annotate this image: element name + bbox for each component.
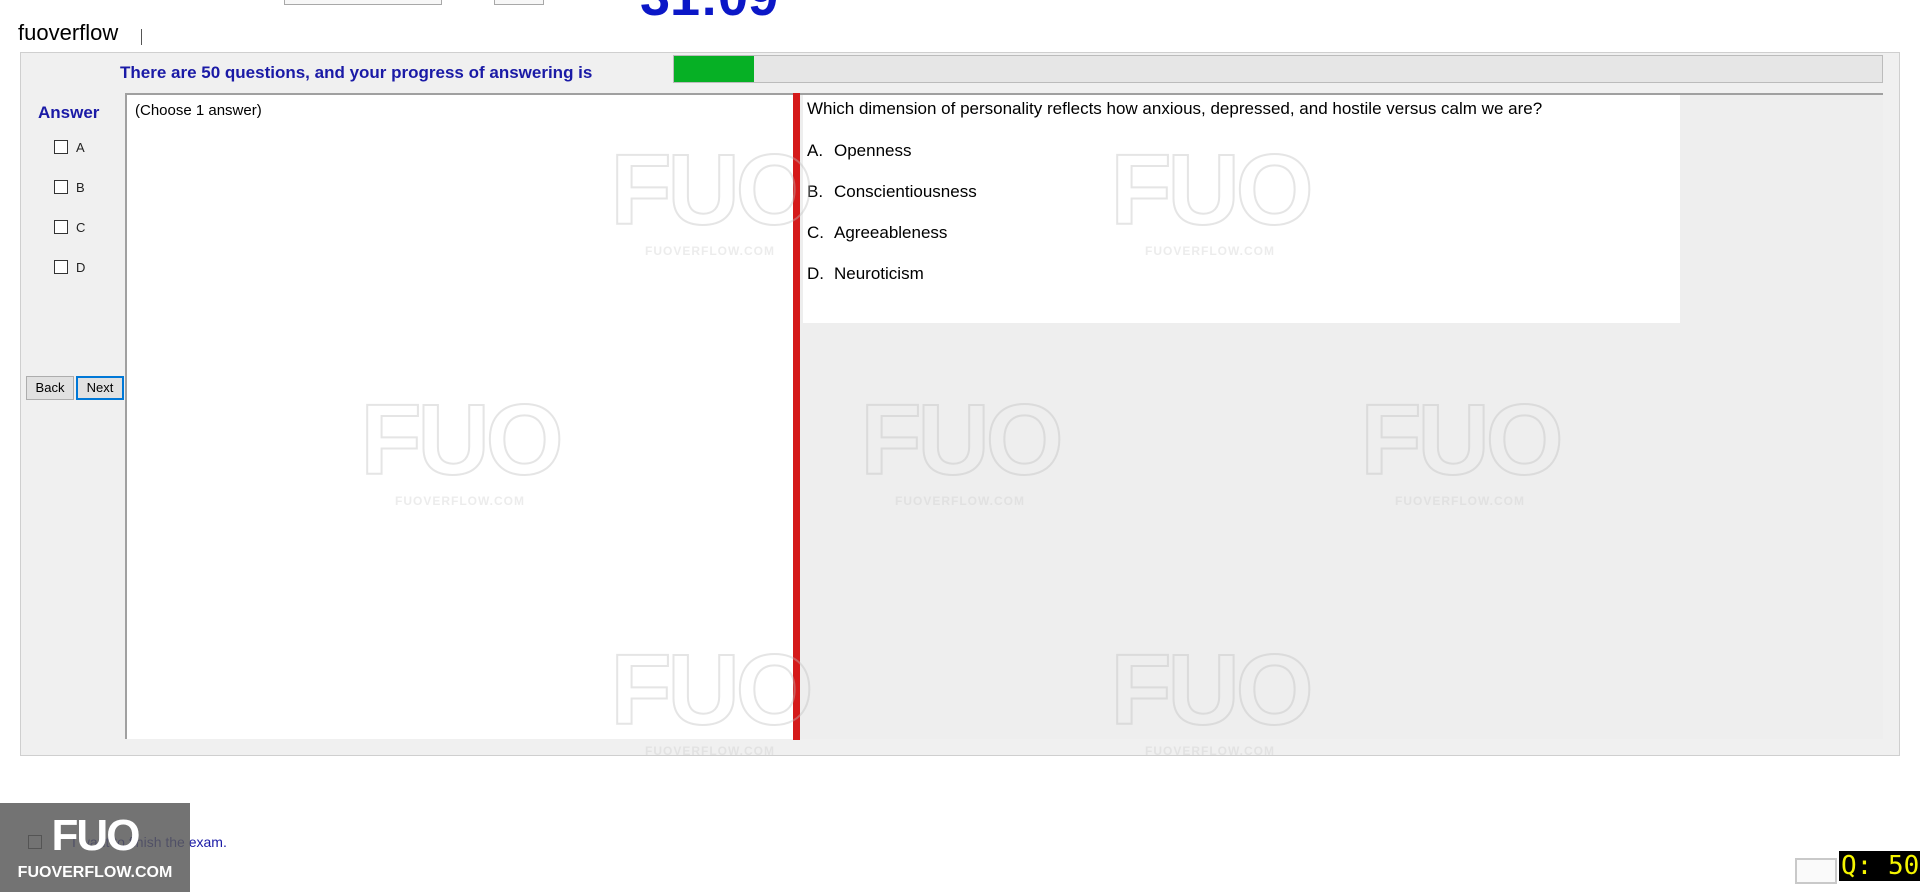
answer-option-c[interactable]: C [54, 218, 85, 236]
answer-option-a[interactable]: A [54, 138, 85, 156]
watermark-site: FUOVERFLOW.COM [645, 744, 775, 758]
corner-watermark-logo: FUO FUOVERFLOW.COM [0, 803, 190, 892]
timer-area: 31:09 [600, 0, 860, 18]
watermark: FUO FUOVERFLOW.COM [359, 384, 564, 508]
question-counter: Q: 50 [1839, 851, 1920, 881]
watermark-site: FUOVERFLOW.COM [395, 494, 525, 508]
text-caret [141, 29, 142, 45]
timer: 31:09 [640, 0, 778, 18]
watermark-logo: FUO [359, 384, 564, 496]
top-small-field[interactable] [494, 0, 544, 5]
watermark-logo: FUO [609, 134, 814, 246]
watermark: FUO FUOVERFLOW.COM [1359, 384, 1564, 508]
answer-option-label: C [76, 219, 86, 235]
checkbox-d[interactable] [54, 260, 68, 274]
answer-option-label: B [76, 179, 85, 195]
option-letter: D. [807, 264, 824, 283]
answer-option-label: D [76, 259, 86, 275]
option-text: Conscientiousness [834, 182, 977, 201]
watermark: FUO FUOVERFLOW.COM [609, 634, 814, 758]
progress-bar [673, 55, 1883, 83]
watermark-site: FUOVERFLOW.COM [1145, 744, 1275, 758]
brand-label: fuoverflow [18, 20, 119, 45]
question-text: Which dimension of personality reflects … [807, 99, 1543, 118]
option-letter: A. [807, 141, 824, 160]
watermark: FUO FUOVERFLOW.COM [609, 134, 814, 258]
next-button[interactable]: Next [76, 376, 124, 400]
option-text: Openness [834, 141, 912, 160]
watermark-logo: FUO [609, 634, 814, 746]
option-letter: B. [807, 182, 824, 201]
watermark: FUO FUOVERFLOW.COM [859, 384, 1064, 508]
watermark-site: FUOVERFLOW.COM [1395, 494, 1525, 508]
watermark-logo: FUO [1109, 634, 1314, 746]
watermark-site: FUOVERFLOW.COM [645, 244, 775, 258]
checkbox-a[interactable] [54, 140, 68, 154]
watermark-logo: FUO [859, 384, 1064, 496]
top-dropdown[interactable] [284, 0, 442, 5]
watermark-site: FUOVERFLOW.COM [1145, 244, 1275, 258]
option-letter: C. [807, 223, 824, 242]
answer-option-b[interactable]: B [54, 178, 85, 196]
answer-option-d[interactable]: D [54, 258, 85, 276]
watermark: FUO FUOVERFLOW.COM [1109, 634, 1314, 758]
option-text: Agreeableness [834, 223, 948, 242]
watermark-logo: FUO [1109, 134, 1314, 246]
watermark: FUO FUOVERFLOW.COM [1109, 134, 1314, 258]
answer-option-label: A [76, 139, 85, 155]
option-text: Neuroticism [834, 264, 924, 283]
corner-logo-site: FUOVERFLOW.COM [17, 864, 173, 881]
watermark-logo: FUO [1359, 384, 1564, 496]
question-option-b: B. Conscientiousness [807, 182, 977, 202]
watermark-site: FUOVERFLOW.COM [895, 494, 1025, 508]
answer-title: Answer [38, 103, 100, 122]
progress-fill [674, 56, 754, 82]
progress-label: There are 50 questions, and your progres… [120, 63, 593, 82]
back-button[interactable]: Back [26, 376, 74, 400]
exit-button[interactable] [1795, 858, 1837, 884]
checkbox-b[interactable] [54, 180, 68, 194]
question-option-c: C. Agreeableness [807, 223, 947, 243]
question-option-a: A. Openness [807, 141, 912, 161]
question-option-d: D. Neuroticism [807, 264, 924, 284]
checkbox-c[interactable] [54, 220, 68, 234]
corner-logo-mark: FUO [51, 811, 141, 860]
choose-hint: (Choose 1 answer) [135, 102, 262, 119]
